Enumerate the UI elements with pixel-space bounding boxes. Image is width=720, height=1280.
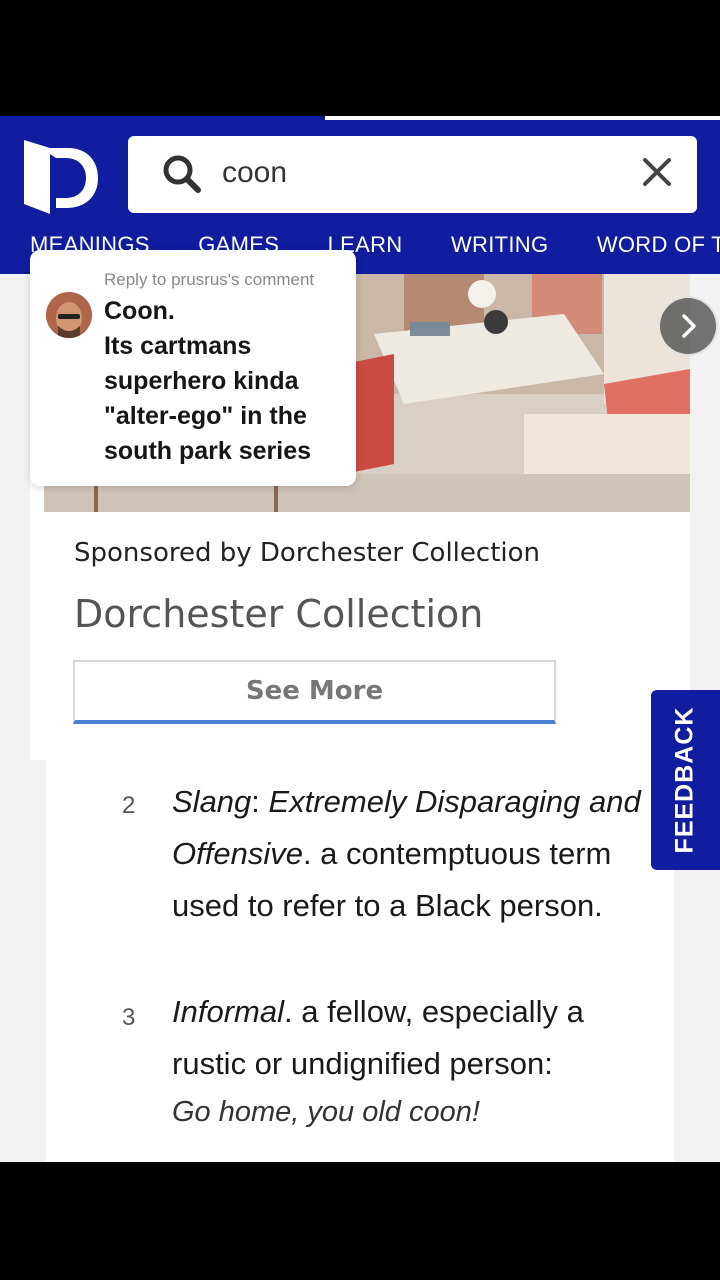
comment-line: south park series (104, 437, 312, 465)
definition-text: Informal. a fellow, especially a rustic … (172, 986, 642, 1134)
reply-to-label: Reply to prusrus's comment (104, 270, 315, 289)
definition-separator: : (251, 784, 269, 819)
chevron-right-icon (682, 314, 696, 338)
comment-line: Coon. (104, 297, 175, 325)
definition-example: Go home, you old coon! (172, 1096, 480, 1128)
definitions-list: 2 Slang: Extremely Disparaging and Offen… (46, 760, 674, 1162)
ad-title[interactable]: Dorchester Collection (74, 592, 483, 636)
comment-text: Coon. Its cartmans superhero kinda "alte… (104, 294, 349, 469)
reply-comment-overlay: Reply to prusrus's comment Coon. Its car… (30, 250, 356, 486)
nav-item-writing[interactable]: WRITING (451, 232, 548, 258)
see-more-button[interactable]: See More (73, 660, 556, 724)
dictionary-logo-icon[interactable] (20, 134, 100, 218)
comment-line: Its cartmans (104, 332, 252, 360)
comment-line: superhero kinda (104, 367, 299, 395)
comment-line: "alter-ego" in the (104, 402, 307, 430)
definition-text: Slang: Extremely Disparaging and Offensi… (172, 776, 642, 932)
status-bar-area (0, 0, 720, 118)
definition-label[interactable]: Informal (172, 994, 284, 1029)
definition-number: 2 (122, 792, 136, 819)
carousel-next-button[interactable] (658, 296, 718, 356)
bottom-bar-area (0, 1162, 720, 1280)
search-bar[interactable]: coon (128, 136, 697, 213)
search-icon[interactable] (162, 154, 202, 194)
search-input[interactable]: coon (222, 156, 287, 190)
feedback-label: FEEDBACK (670, 706, 699, 854)
sponsored-label: Sponsored by Dorchester Collection (74, 538, 540, 568)
clear-icon[interactable] (639, 154, 675, 190)
nav-item-word-of-the-day[interactable]: WORD OF THE DAY (597, 232, 720, 258)
feedback-button[interactable]: FEEDBACK (651, 690, 720, 870)
definition-label[interactable]: Slang (172, 784, 251, 819)
avatar-image (46, 292, 92, 338)
avatar[interactable] (46, 292, 92, 338)
definition-number: 3 (122, 1004, 136, 1031)
